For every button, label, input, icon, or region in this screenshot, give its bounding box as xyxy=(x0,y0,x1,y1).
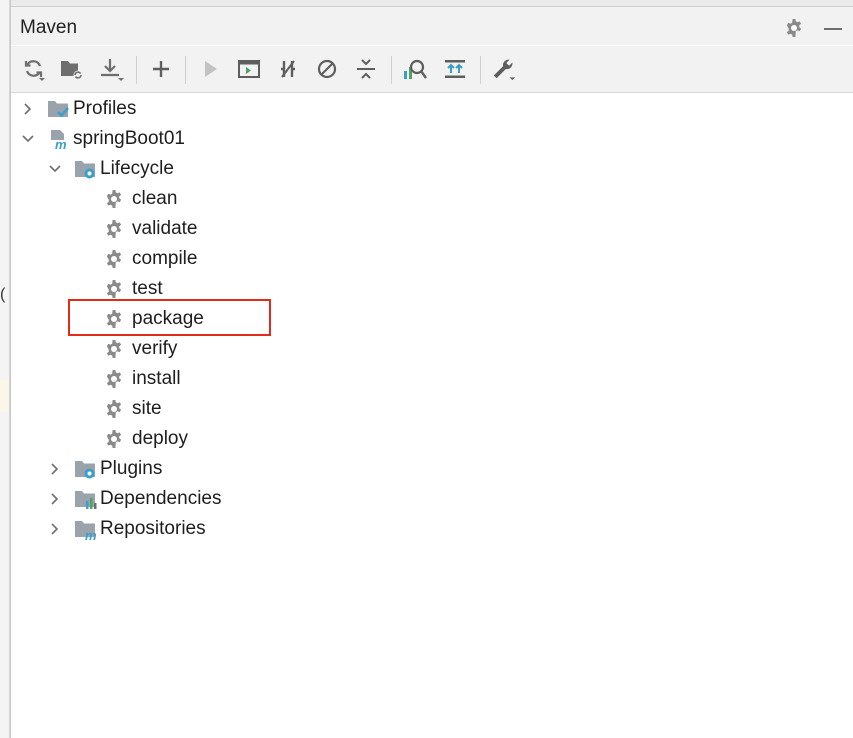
gear-icon xyxy=(102,367,126,391)
plus-icon xyxy=(153,61,169,77)
play-icon xyxy=(205,61,217,77)
toolbar-separator xyxy=(185,56,186,84)
reload-all-maven-projects-button[interactable] xyxy=(21,56,47,82)
chevron-right-icon[interactable] xyxy=(48,522,62,536)
gear-icon xyxy=(102,277,126,301)
maven-toolbar xyxy=(11,46,853,93)
add-maven-project-button[interactable] xyxy=(148,56,174,82)
tree-node-goal-validate[interactable]: validate xyxy=(102,214,198,244)
tool-window-header: Maven xyxy=(11,7,853,45)
expand-all-button[interactable] xyxy=(442,56,468,82)
tree-node-label: Lifecycle xyxy=(100,158,174,179)
reload-icon xyxy=(24,60,45,81)
tree-node-repositories[interactable]: m Repositories xyxy=(48,514,206,544)
tree-node-goal-verify[interactable]: verify xyxy=(102,334,177,364)
tree-node-label: verify xyxy=(132,338,178,359)
execute-maven-goal-button[interactable] xyxy=(236,56,262,82)
editor-line-highlight xyxy=(0,380,9,412)
tree-node-label: deploy xyxy=(132,428,188,449)
gear-icon xyxy=(102,247,126,271)
folder-refresh-icon xyxy=(61,61,83,80)
tree-node-profiles[interactable]: Profiles xyxy=(21,94,136,124)
maven-tool-window: Maven Profiles m springBoot01 Lifecycle … xyxy=(10,0,853,738)
show-dependencies-button[interactable] xyxy=(402,56,428,82)
gear-icon xyxy=(102,397,126,421)
tree-node-label: Repositories xyxy=(100,518,206,539)
tree-node-label: Profiles xyxy=(73,98,137,119)
dependencies-folder-icon xyxy=(73,487,97,511)
tree-node-label: springBoot01 xyxy=(73,128,185,149)
toolbar-separator xyxy=(480,56,481,84)
settings-gear-icon[interactable] xyxy=(784,18,804,43)
tree-node-dependencies[interactable]: Dependencies xyxy=(48,484,221,514)
svg-text:m: m xyxy=(85,528,97,541)
gear-icon xyxy=(102,427,126,451)
svg-text:m: m xyxy=(55,137,67,151)
tree-node-label: install xyxy=(132,368,181,389)
offline-icon xyxy=(281,60,295,78)
maven-module-icon: m xyxy=(46,127,70,151)
repositories-folder-icon: m xyxy=(73,517,97,541)
collapse-all-button[interactable] xyxy=(353,56,379,82)
tree-node-goal-deploy[interactable]: deploy xyxy=(102,424,188,454)
window-top-edge xyxy=(11,0,853,7)
chevron-right-icon[interactable] xyxy=(48,462,62,476)
tool-window-title: Maven xyxy=(20,17,78,38)
tree-node-goal-install[interactable]: install xyxy=(102,364,181,394)
download-icon xyxy=(101,59,124,81)
editor-edge-glyph: ( xyxy=(0,286,6,303)
download-sources-button[interactable] xyxy=(99,56,125,82)
expand-icon xyxy=(445,60,465,78)
tree-node-label: site xyxy=(132,398,162,419)
run-maven-build-button[interactable] xyxy=(197,56,223,82)
editor-edge: ( xyxy=(0,0,10,738)
profiles-folder-icon xyxy=(46,97,70,121)
toolbar-separator xyxy=(136,56,137,84)
gear-icon xyxy=(102,307,126,331)
tree-node-label: clean xyxy=(132,188,178,209)
maven-settings-button[interactable] xyxy=(491,56,517,82)
tree-node-project[interactable]: m springBoot01 xyxy=(21,124,185,154)
tree-node-goal-compile[interactable]: compile xyxy=(102,244,197,274)
tree-node-goal-clean[interactable]: clean xyxy=(102,184,177,214)
analyze-icon xyxy=(404,59,427,79)
tree-node-goal-site[interactable]: site xyxy=(102,394,162,424)
hide-window-icon[interactable] xyxy=(824,28,842,30)
lifecycle-folder-icon xyxy=(73,157,97,181)
terminal-icon xyxy=(238,60,260,78)
chevron-down-icon[interactable] xyxy=(21,132,35,146)
chevron-right-icon[interactable] xyxy=(21,102,35,116)
generate-sources-button[interactable] xyxy=(59,56,85,82)
collapse-icon xyxy=(357,59,375,79)
tree-node-label: compile xyxy=(132,248,198,269)
chevron-down-icon[interactable] xyxy=(48,162,62,176)
plugins-folder-icon xyxy=(73,457,97,481)
gear-icon xyxy=(102,337,126,361)
skip-icon xyxy=(317,59,337,79)
skip-tests-button[interactable] xyxy=(314,56,340,82)
tree-node-label: test xyxy=(132,278,163,299)
tree-node-goal-test[interactable]: test xyxy=(102,274,163,304)
tree-node-plugins[interactable]: Plugins xyxy=(48,454,162,484)
wrench-icon xyxy=(493,59,516,81)
tree-node-label: package xyxy=(132,308,204,329)
tree-node-label: Dependencies xyxy=(100,488,222,509)
toggle-offline-mode-button[interactable] xyxy=(275,56,301,82)
tree-node-goal-package[interactable]: package xyxy=(102,304,204,334)
chevron-right-icon[interactable] xyxy=(48,492,62,506)
tree-node-lifecycle[interactable]: Lifecycle xyxy=(48,154,174,184)
toolbar-separator xyxy=(391,56,392,84)
gear-icon xyxy=(102,217,126,241)
tree-node-label: Plugins xyxy=(100,458,163,479)
tree-node-label: validate xyxy=(132,218,198,239)
gear-icon xyxy=(102,187,126,211)
